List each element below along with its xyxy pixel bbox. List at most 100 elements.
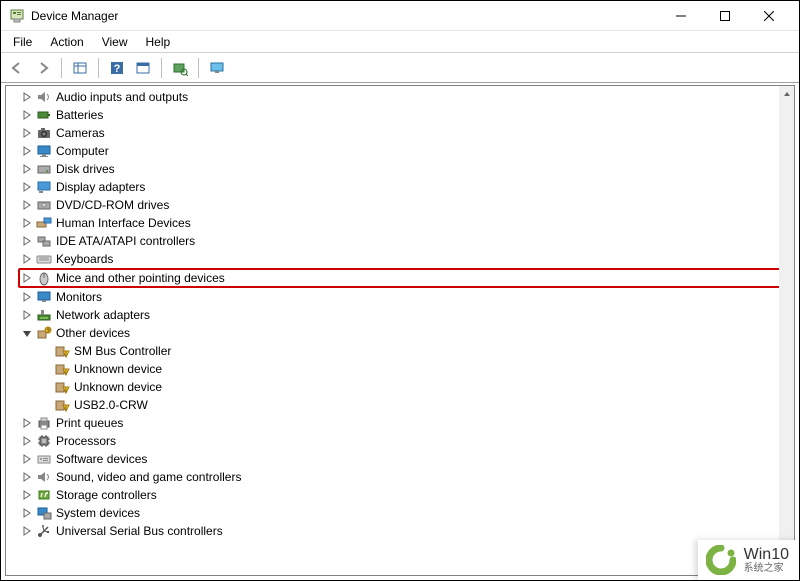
menu-bar: File Action View Help [1,31,799,53]
help-button[interactable]: ? [105,56,129,80]
expand-icon[interactable] [20,90,34,104]
tree-item-audio[interactable]: Audio inputs and outputs [20,88,794,106]
tree-child-usb2crw[interactable]: ! USB2.0-CRW [54,396,794,414]
forward-button[interactable] [31,56,55,80]
tree-item-other[interactable]: ? Other devices [20,324,794,342]
tree-label: Computer [56,142,109,160]
tree-item-network[interactable]: Network adapters [20,306,794,324]
expand-icon[interactable] [20,488,34,502]
tree-item-mice[interactable]: Mice and other pointing devices [18,268,794,288]
unknown-device-icon: ! [54,343,70,359]
menu-view[interactable]: View [94,33,136,51]
toolbar-separator [198,58,199,78]
tree-child-unknown2[interactable]: ! Unknown device [54,378,794,396]
tree-item-processors[interactable]: Processors [20,432,794,450]
menu-file[interactable]: File [5,33,40,51]
scan-hardware-button[interactable] [168,56,192,80]
monitor-button[interactable] [205,56,229,80]
tree-label: Storage controllers [56,486,157,504]
tree-label: Monitors [56,288,102,306]
tree-item-cameras[interactable]: Cameras [20,124,794,142]
show-hide-tree-button[interactable] [68,56,92,80]
expand-icon[interactable] [20,216,34,230]
other-icon: ? [36,325,52,341]
title-bar: Device Manager [1,1,799,31]
maximize-button[interactable] [703,2,747,30]
expand-icon[interactable] [20,506,34,520]
menu-action[interactable]: Action [42,33,91,51]
tree-label: SM Bus Controller [74,342,171,360]
properties-button[interactable] [131,56,155,80]
tree-item-hid[interactable]: Human Interface Devices [20,214,794,232]
toolbar-separator [98,58,99,78]
expand-icon[interactable] [20,271,34,285]
tree-item-batteries[interactable]: Batteries [20,106,794,124]
tree-item-software[interactable]: Software devices [20,450,794,468]
device-tree[interactable]: Audio inputs and outputs Batteries Camer… [6,86,794,542]
svg-text:?: ? [114,63,121,75]
tree-item-monitors[interactable]: Monitors [20,288,794,306]
tree-label: Batteries [56,106,103,124]
software-icon [36,451,52,467]
dvd-icon [36,197,52,213]
back-button[interactable] [5,56,29,80]
tree-label: Human Interface Devices [56,214,191,232]
expand-icon[interactable] [20,252,34,266]
tree-item-keyboards[interactable]: Keyboards [20,250,794,268]
monitor-icon [36,143,52,159]
ide-icon [36,233,52,249]
tree-child-unknown1[interactable]: ! Unknown device [54,360,794,378]
tree-item-ide[interactable]: IDE ATA/ATAPI controllers [20,232,794,250]
tree-item-computer[interactable]: Computer [20,142,794,160]
expand-icon[interactable] [20,452,34,466]
expand-icon[interactable] [20,434,34,448]
tree-label: Unknown device [74,378,162,396]
menu-help[interactable]: Help [138,33,179,51]
expand-icon[interactable] [20,126,34,140]
scroll-up-button[interactable] [779,86,794,102]
printer-icon [36,415,52,431]
tree-item-usb[interactable]: Universal Serial Bus controllers [20,522,794,540]
battery-icon [36,107,52,123]
expand-icon[interactable] [20,144,34,158]
watermark-subtitle: 系统之家 [744,563,789,574]
tree-item-sound[interactable]: Sound, video and game controllers [20,468,794,486]
other-devices-children: ! SM Bus Controller ! Unknown device ! U… [20,342,794,414]
tree-label: Mice and other pointing devices [56,269,225,287]
unknown-device-icon: ! [54,379,70,395]
system-icon [36,505,52,521]
tree-label: Processors [56,432,116,450]
tree-label: Cameras [56,124,105,142]
toolbar-separator [161,58,162,78]
expand-icon[interactable] [20,308,34,322]
device-tree-panel: Audio inputs and outputs Batteries Camer… [5,85,795,576]
tree-item-storage[interactable]: Storage controllers [20,486,794,504]
expand-icon[interactable] [20,180,34,194]
expand-icon[interactable] [20,108,34,122]
tree-child-smbus[interactable]: ! SM Bus Controller [54,342,794,360]
expand-icon[interactable] [20,470,34,484]
close-button[interactable] [747,2,791,30]
tree-item-system[interactable]: System devices [20,504,794,522]
tree-item-print[interactable]: Print queues [20,414,794,432]
network-icon [36,307,52,323]
expand-icon[interactable] [20,162,34,176]
expand-icon[interactable] [20,524,34,538]
watermark-logo-icon [706,545,736,575]
tree-item-dvd[interactable]: DVD/CD-ROM drives [20,196,794,214]
keyboard-icon [36,251,52,267]
scroll-track[interactable] [779,102,794,559]
expand-icon[interactable] [20,416,34,430]
storage-icon [36,487,52,503]
minimize-button[interactable] [659,2,703,30]
toolbar: ? [1,53,799,83]
expand-icon[interactable] [20,198,34,212]
collapse-icon[interactable] [20,326,34,340]
tree-item-disk-drives[interactable]: Disk drives [20,160,794,178]
vertical-scrollbar[interactable] [779,86,794,575]
tree-item-display-adapters[interactable]: Display adapters [20,178,794,196]
expand-icon[interactable] [20,290,34,304]
tree-label: DVD/CD-ROM drives [56,196,169,214]
expand-icon[interactable] [20,234,34,248]
unknown-device-icon: ! [54,361,70,377]
